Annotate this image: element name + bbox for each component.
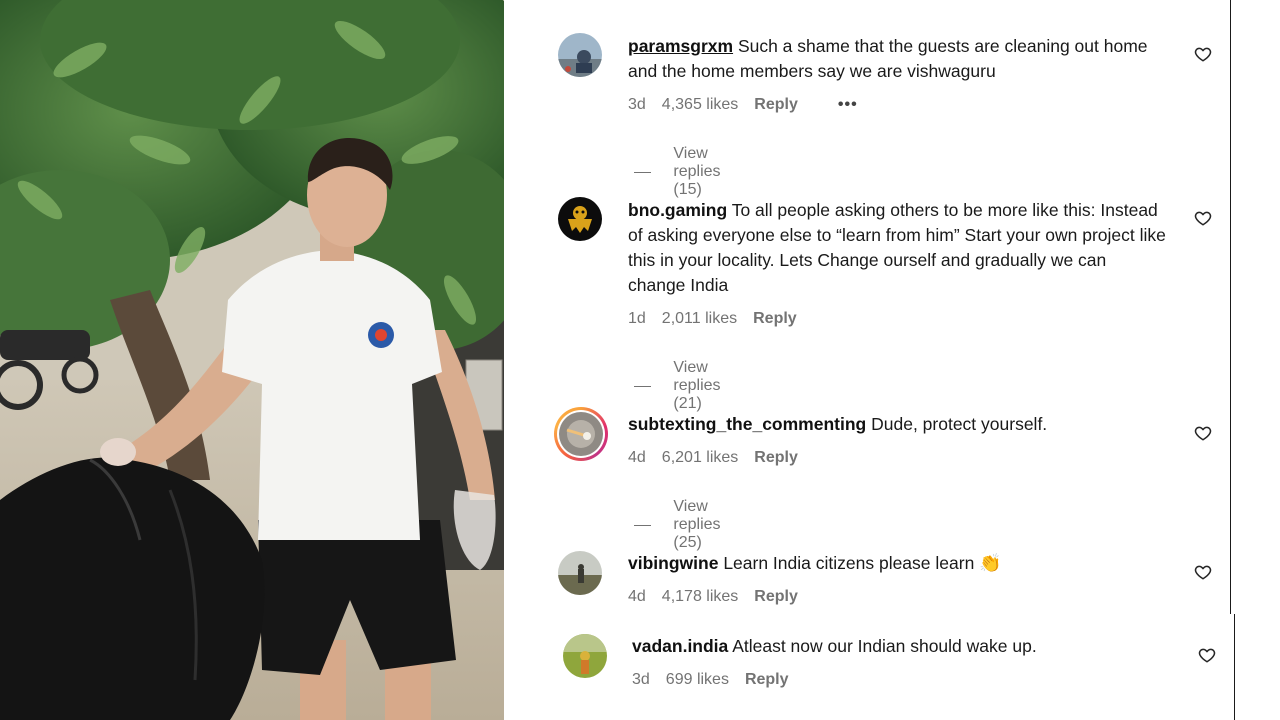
reply-button[interactable]: Reply [745,671,789,689]
comment-username[interactable]: subtexting_the_commenting [628,414,866,434]
comment-username[interactable]: paramsgrxm [628,36,733,56]
comment-username[interactable]: vadan.india [632,636,728,656]
view-replies-line [634,171,652,173]
reply-button[interactable]: Reply [753,310,797,328]
comment-likes[interactable]: 699 likes [666,671,729,689]
comment-age: 1d [628,310,646,327]
comment-username[interactable]: vibingwine [628,553,718,573]
comment-age: 4d [628,588,646,605]
scroll-divider [1230,0,1231,614]
comment-age: 3d [628,96,646,113]
comment-meta: 3d 4,365 likes Reply ••• [628,96,874,114]
avatar[interactable] [563,634,607,678]
video-scene-image [0,0,504,720]
clapping-hands-emoji: 👏 [979,553,1002,573]
comment-body: Dude, protect yourself. [871,414,1048,434]
view-replies-button[interactable]: View replies (15) [634,145,736,199]
view-replies-line [634,385,652,387]
scroll-divider-lower [1234,614,1235,720]
heart-icon[interactable] [1194,424,1212,442]
view-replies-button[interactable]: View replies (21) [634,359,736,413]
comment-meta: 4d 4,178 likes Reply [628,588,814,606]
comment-username[interactable]: bno.gaming [628,200,727,220]
comment-meta: 1d 2,011 likes Reply [628,310,813,328]
view-replies-button[interactable]: View replies (25) [634,498,736,552]
reply-button[interactable]: Reply [754,96,798,114]
comment-likes[interactable]: 2,011 likes [662,310,737,328]
comment-age: 4d [628,449,646,466]
comment-text-block: vibingwine Learn India citizens please l… [628,551,1168,576]
view-replies-label: View replies (21) [673,359,721,412]
comment-body: Atleast now our Indian should wake up. [732,636,1037,656]
comment-likes[interactable]: 4,178 likes [662,588,739,606]
reply-button[interactable]: Reply [754,588,798,606]
avatar[interactable] [558,197,602,241]
view-replies-label: View replies (25) [673,498,721,551]
avatar[interactable] [558,551,602,595]
heart-icon[interactable] [1194,563,1212,581]
view-replies-line [634,524,652,526]
comment-meta: 3d 699 likes Reply [632,671,805,689]
comment-text-block: subtexting_the_commenting Dude, protect … [628,412,1168,437]
comment-text-block: paramsgrxm Such a shame that the guests … [628,34,1168,84]
avatar[interactable] [558,33,602,77]
comment-meta: 4d 6,201 likes Reply [628,449,814,467]
comment-age: 3d [632,671,650,688]
heart-icon[interactable] [1194,45,1212,63]
avatar[interactable] [559,412,603,456]
reply-button[interactable]: Reply [754,449,798,467]
more-options-icon[interactable]: ••• [838,96,858,114]
heart-icon[interactable] [1198,646,1216,664]
comment-likes[interactable]: 4,365 likes [662,96,739,114]
heart-icon[interactable] [1194,209,1212,227]
video-frame[interactable] [0,0,504,720]
comment-text-block: bno.gaming To all people asking others t… [628,198,1168,298]
view-replies-label: View replies (15) [673,145,721,198]
comment-likes[interactable]: 6,201 likes [662,449,739,467]
comment-body: Learn India citizens please learn [723,553,975,573]
comment-text-block: vadan.india Atleast now our Indian shoul… [632,634,1172,659]
